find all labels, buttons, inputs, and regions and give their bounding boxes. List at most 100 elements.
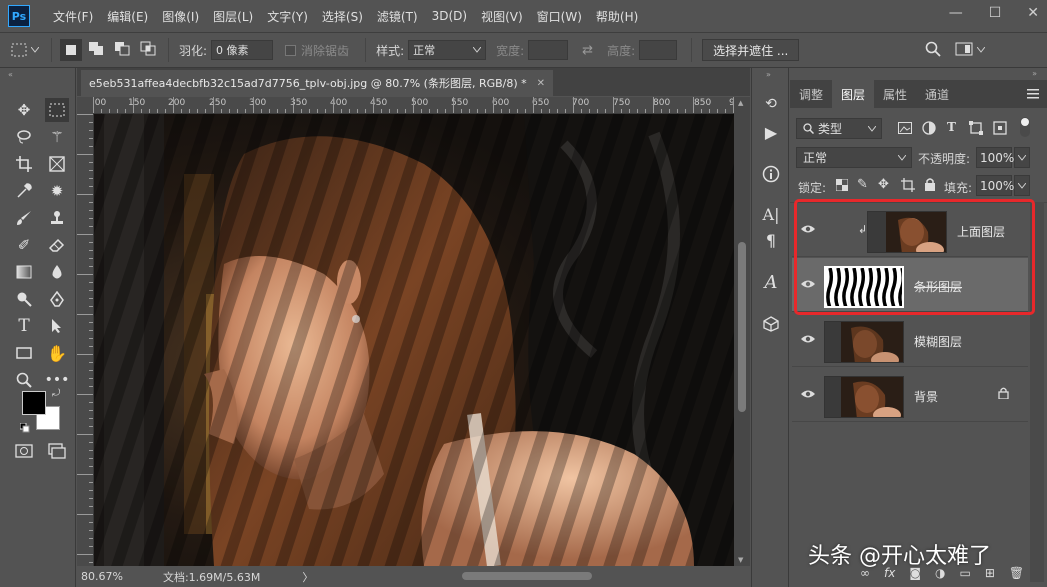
default-colors-icon[interactable] <box>19 422 30 436</box>
antialias-checkbox[interactable] <box>285 44 297 56</box>
menu-image[interactable]: 图像(I) <box>155 8 206 25</box>
scroll-up-arrow[interactable]: ▲ <box>738 99 743 107</box>
type-tool-icon[interactable]: T <box>12 314 36 338</box>
menu-view[interactable]: 视图(V) <box>474 8 530 25</box>
scroll-down-arrow[interactable]: ▼ <box>738 556 743 564</box>
tab-adjustments[interactable]: 调整 <box>790 80 832 108</box>
new-selection-icon[interactable] <box>60 39 82 61</box>
lock-artboard-icon[interactable] <box>901 178 915 195</box>
blur-tool-icon[interactable] <box>45 260 69 284</box>
fill-dropdown[interactable] <box>1014 175 1030 196</box>
workspace-icon[interactable] <box>955 42 973 59</box>
tab-layers[interactable]: 图层 <box>832 80 874 108</box>
horizontal-scroll-thumb[interactable] <box>462 572 592 580</box>
tab-properties[interactable]: 属性 <box>874 80 916 108</box>
swap-colors-icon[interactable]: ⤾ <box>52 388 60 399</box>
menu-3d[interactable]: 3D(D) <box>425 9 474 23</box>
rectangle-tool-icon[interactable] <box>12 341 36 365</box>
fill-input[interactable]: 100% <box>976 175 1014 196</box>
lasso-tool-icon[interactable] <box>12 125 36 149</box>
intersect-selection-icon[interactable] <box>140 41 158 60</box>
screen-mode-icon[interactable] <box>45 439 69 463</box>
style-select[interactable]: 正常 <box>408 40 487 60</box>
filter-adjustment-icon[interactable] <box>922 121 936 138</box>
frame-tool-icon[interactable] <box>45 152 69 176</box>
brush-tool-icon[interactable] <box>12 206 36 230</box>
quick-mask-icon[interactable] <box>12 439 36 463</box>
3d-panel-icon[interactable] <box>759 312 783 336</box>
layer-row-blur[interactable]: 模糊图层 <box>792 313 1028 367</box>
vertical-scroll-thumb[interactable] <box>738 242 746 412</box>
opacity-dropdown[interactable] <box>1014 147 1030 168</box>
info-panel-icon[interactable] <box>759 162 783 186</box>
menu-file[interactable]: 文件(F) <box>46 8 100 25</box>
menu-layer[interactable]: 图层(L) <box>206 8 260 25</box>
marquee-tool-preset-icon[interactable] <box>10 42 39 58</box>
collapse-strip-icon[interactable]: » <box>766 70 771 79</box>
subtract-selection-icon[interactable] <box>114 41 132 60</box>
filter-type-icon[interactable]: T <box>947 120 956 134</box>
eraser-tool-icon[interactable] <box>45 233 69 257</box>
history-brush-tool-icon[interactable]: ✐ <box>12 233 36 257</box>
filter-pixel-icon[interactable] <box>898 122 912 137</box>
swap-dimensions-icon[interactable]: ⇄ <box>582 43 593 58</box>
opacity-input[interactable]: 100% <box>976 147 1014 168</box>
workspace-chevron-icon[interactable] <box>977 47 986 53</box>
filter-toggle[interactable] <box>1020 117 1030 137</box>
maximize-button[interactable]: ☐ <box>989 5 1002 21</box>
delete-layer-icon[interactable]: 🗑 <box>1009 566 1024 580</box>
select-and-mask-button[interactable]: 选择并遮住 ... <box>702 39 800 61</box>
menu-help[interactable]: 帮助(H) <box>589 8 645 25</box>
eye-icon[interactable] <box>800 387 816 401</box>
canvas-image[interactable] <box>94 114 734 566</box>
character-panel-icon[interactable]: A| <box>759 202 783 226</box>
width-input[interactable] <box>528 40 569 60</box>
minimize-button[interactable]: — <box>949 5 963 21</box>
lock-transparent-icon[interactable] <box>835 178 849 194</box>
close-document-icon[interactable]: ✕ <box>537 78 545 89</box>
status-menu-arrow[interactable]: 〉 <box>302 569 313 585</box>
layer-row-background[interactable]: 背景 <box>792 368 1028 422</box>
eyedropper-tool-icon[interactable] <box>12 179 36 203</box>
collapse-toolbar-icon[interactable]: « <box>8 70 13 79</box>
zoom-tool-icon[interactable] <box>12 368 36 392</box>
panel-menu-icon[interactable] <box>1027 80 1039 108</box>
magic-wand-tool-icon[interactable]: ⚚ <box>45 125 69 149</box>
lock-position-icon[interactable]: ✥ <box>878 177 889 192</box>
paragraph-panel-icon[interactable]: ¶ <box>759 228 783 252</box>
close-button[interactable]: ✕ <box>1027 5 1039 21</box>
menu-select[interactable]: 选择(S) <box>315 8 370 25</box>
eye-icon[interactable] <box>800 332 816 346</box>
feather-input[interactable]: 0 像素 <box>211 40 274 60</box>
menu-window[interactable]: 窗口(W) <box>530 8 589 25</box>
move-tool-icon[interactable]: ✥ <box>12 98 36 122</box>
lock-pixels-icon[interactable]: ✎ <box>857 177 868 192</box>
layer-name[interactable]: 模糊图层 <box>914 333 962 350</box>
menu-filter[interactable]: 滤镜(T) <box>370 8 425 25</box>
height-input[interactable] <box>639 40 678 60</box>
tab-channels[interactable]: 通道 <box>916 80 958 108</box>
gradient-tool-icon[interactable] <box>12 260 36 284</box>
collapse-panel-icon[interactable]: » <box>1032 69 1037 78</box>
search-icon[interactable] <box>925 41 942 60</box>
foreground-color-swatch[interactable] <box>22 391 46 415</box>
rect-marquee-tool-icon[interactable] <box>45 98 69 122</box>
layer-name[interactable]: 背景 <box>914 388 938 405</box>
crop-tool-icon[interactable] <box>12 152 36 176</box>
vertical-scrollbar[interactable]: ▲ ▼ <box>734 97 750 566</box>
zoom-level[interactable]: 80.67% <box>81 570 123 583</box>
pen-tool-icon[interactable] <box>45 287 69 311</box>
filter-shape-icon[interactable] <box>969 121 983 138</box>
add-selection-icon[interactable] <box>88 41 106 60</box>
spot-healing-tool-icon[interactable]: ✹ <box>45 179 69 203</box>
actions-panel-icon[interactable]: ▶ <box>759 120 783 144</box>
dodge-tool-icon[interactable] <box>12 287 36 311</box>
filter-smart-object-icon[interactable] <box>993 121 1007 138</box>
path-selection-tool-icon[interactable] <box>45 314 69 338</box>
document-tab[interactable]: e5eb531affea4decbfb32c15ad7d7756_tplv-ob… <box>81 70 554 96</box>
lock-all-icon[interactable] <box>924 178 936 194</box>
glyphs-panel-icon[interactable]: A <box>759 270 783 294</box>
hand-tool-icon[interactable]: ✋ <box>45 341 69 365</box>
menu-type[interactable]: 文字(Y) <box>260 8 315 25</box>
blend-mode-select[interactable]: 正常 <box>796 147 912 168</box>
